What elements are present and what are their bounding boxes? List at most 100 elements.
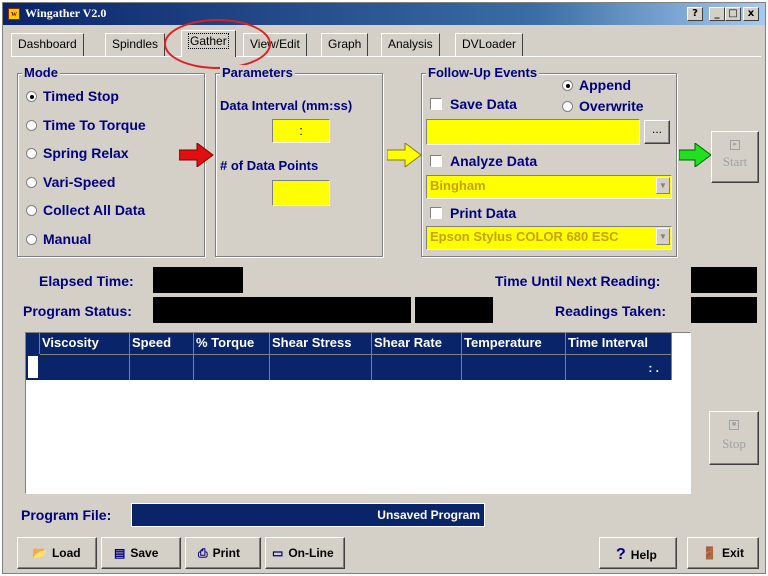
mode-spring-relax[interactable]: Spring Relax <box>26 145 129 161</box>
radio-label: Timed Stop <box>43 88 119 104</box>
help-label: Help <box>630 548 657 562</box>
save-data-checkbox[interactable]: Save Data <box>430 96 517 112</box>
radio-label: Time To Torque <box>43 117 146 133</box>
cell-viscosity[interactable] <box>40 354 130 380</box>
cell-torque[interactable] <box>194 354 270 380</box>
append-radio[interactable]: Append <box>562 77 631 93</box>
print-button[interactable]: ⎙ Print <box>185 537 261 569</box>
mode-manual[interactable]: Manual <box>26 231 91 247</box>
printer-icon: ⎙ <box>198 546 208 560</box>
overwrite-radio[interactable]: Overwrite <box>562 98 644 114</box>
radio-label: Manual <box>43 231 92 247</box>
col-viscosity[interactable]: Viscosity <box>40 333 130 354</box>
data-grid[interactable]: Viscosity Speed % Torque Shear Stress Sh… <box>25 332 691 494</box>
stop-button[interactable]: ■ Stop <box>709 411 759 465</box>
cell-shear-rate[interactable] <box>372 354 462 380</box>
folder-icon: 📂 <box>32 546 47 560</box>
start-button[interactable]: ▸ Start <box>711 131 759 183</box>
radio-icon <box>26 234 37 245</box>
checkbox-icon <box>430 207 442 219</box>
data-interval-input[interactable]: : <box>272 119 330 143</box>
analyze-model-select[interactable]: Bingham ▼ <box>426 175 672 199</box>
followup-group: Follow-Up Events Append Overwrite Save D… <box>421 65 677 257</box>
radio-icon <box>26 148 37 159</box>
maximize-button[interactable]: □ <box>725 7 741 21</box>
save-button[interactable]: ▤ Save <box>101 537 181 569</box>
tab-baseline <box>11 56 761 57</box>
green-arrow-icon <box>679 143 712 167</box>
yellow-arrow-icon <box>387 143 422 167</box>
cell-shear-stress[interactable] <box>270 354 372 380</box>
tab-graph[interactable]: Graph <box>321 33 369 56</box>
col-shear-rate[interactable]: Shear Rate <box>372 333 462 354</box>
checkbox-label: Save Data <box>450 96 517 112</box>
exit-button[interactable]: 🚪 Exit <box>687 537 759 569</box>
stop-label: Stop <box>722 436 746 451</box>
col-shear-stress[interactable]: Shear Stress <box>270 333 372 354</box>
col-torque[interactable]: % Torque <box>194 333 270 354</box>
radio-icon <box>26 205 37 216</box>
mode-collect-all-data[interactable]: Collect All Data <box>26 202 145 218</box>
mode-timed-stop[interactable]: Timed Stop <box>26 88 119 104</box>
program-status-display <box>153 297 411 323</box>
tab-dashboard[interactable]: Dashboard <box>11 33 84 56</box>
tab-label: DVLoader <box>462 37 517 51</box>
printer-select[interactable]: Epson Stylus COLOR 680 ESC ▼ <box>426 226 672 250</box>
table-row[interactable]: : . <box>26 354 672 380</box>
help-button[interactable]: ? Help <box>599 537 677 569</box>
exit-door-icon: 🚪 <box>702 546 717 560</box>
data-interval-label: Data Interval (mm:ss) <box>220 98 353 113</box>
program-status-extra-display <box>415 297 493 323</box>
save-label: Save <box>130 546 159 560</box>
checkbox-icon <box>430 155 442 167</box>
program-status-label: Program Status: <box>23 303 132 319</box>
followup-title: Follow-Up Events <box>426 65 540 80</box>
radio-label: Spring Relax <box>43 145 129 161</box>
app-icon: w <box>8 8 20 20</box>
mode-time-to-torque[interactable]: Time To Torque <box>26 117 146 133</box>
minimize-button[interactable]: _ <box>709 7 725 21</box>
row-selector[interactable] <box>26 354 40 380</box>
grid-header: Viscosity Speed % Torque Shear Stress Sh… <box>26 333 672 354</box>
tab-gather[interactable]: Gather <box>181 30 236 57</box>
disk-icon: ▤ <box>114 546 126 560</box>
radio-icon <box>26 177 37 188</box>
program-file-field[interactable]: Unsaved Program <box>131 503 485 527</box>
tab-spindles[interactable]: Spindles <box>105 33 166 56</box>
radio-icon <box>562 80 573 91</box>
cell-time-interval[interactable]: : . <box>566 354 672 380</box>
radio-label: Append <box>579 77 632 93</box>
close-button[interactable]: x <box>743 7 759 21</box>
save-path-input[interactable] <box>426 119 640 145</box>
help-title-button[interactable]: ? <box>687 7 703 21</box>
online-label: On-Line <box>288 546 334 560</box>
checkbox-icon <box>430 98 442 110</box>
data-points-label: # of Data Points <box>220 158 319 173</box>
load-button[interactable]: 📂 Load <box>17 537 97 569</box>
cell-speed[interactable] <box>130 354 194 380</box>
tab-label: Gather <box>188 33 229 49</box>
program-file-label: Program File: <box>21 507 112 523</box>
tab-analysis[interactable]: Analysis <box>381 33 440 56</box>
next-reading-label: Time Until Next Reading: <box>495 273 661 289</box>
cell-temperature[interactable] <box>462 354 566 380</box>
elapsed-time-label: Elapsed Time: <box>39 273 134 289</box>
elapsed-time-display <box>153 267 243 293</box>
print-data-checkbox[interactable]: Print Data <box>430 205 516 221</box>
radio-icon <box>562 101 573 112</box>
browse-button[interactable]: ... <box>644 120 670 144</box>
readings-taken-label: Readings Taken: <box>555 303 666 319</box>
tab-label: Spindles <box>112 37 159 51</box>
chevron-down-icon: ▼ <box>656 177 670 194</box>
online-button[interactable]: ▭ On-Line <box>265 537 345 569</box>
col-speed[interactable]: Speed <box>130 333 194 354</box>
mode-vari-speed[interactable]: Vari-Speed <box>26 174 115 190</box>
analyze-data-checkbox[interactable]: Analyze Data <box>430 153 537 169</box>
col-temperature[interactable]: Temperature <box>462 333 566 354</box>
tab-dvloader[interactable]: DVLoader <box>455 33 524 56</box>
col-time-interval[interactable]: Time Interval <box>566 333 672 354</box>
data-points-input[interactable] <box>272 180 330 206</box>
analyze-model-value: Bingham <box>430 178 486 193</box>
start-label: Start <box>722 154 748 169</box>
print-label: Print <box>212 546 240 560</box>
